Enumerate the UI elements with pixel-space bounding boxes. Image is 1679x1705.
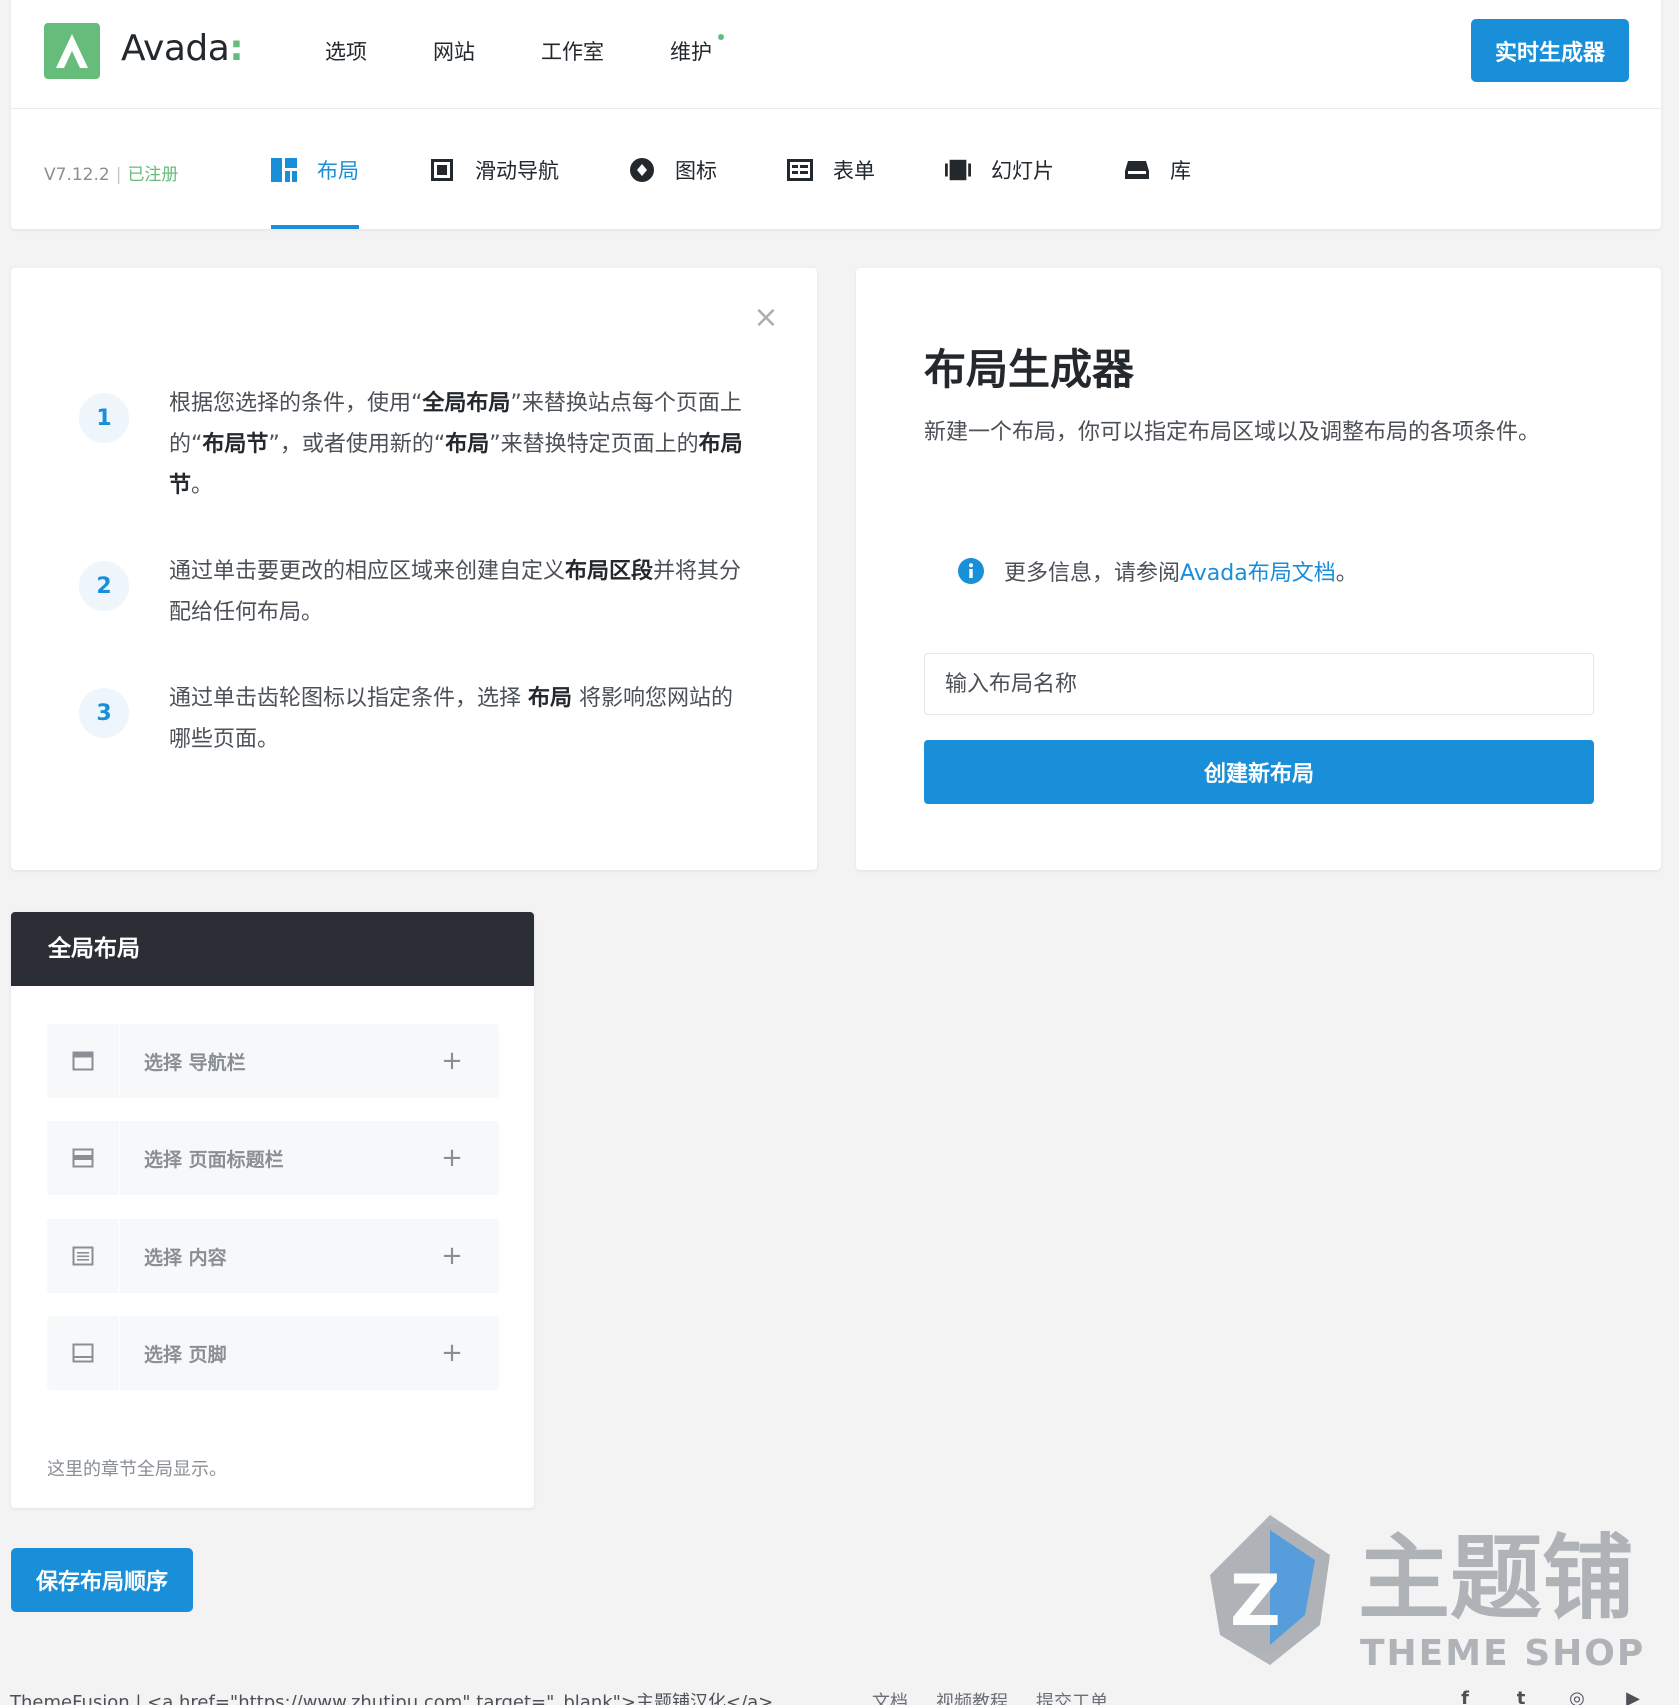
header-card: Avada: 选项 网站 工作室 维护 实时生成器 V7.12.2 | 已注册 布局 (11, 0, 1661, 229)
footer-link-ticket[interactable]: 提交工单 (1036, 1688, 1108, 1705)
plus-icon[interactable]: + (437, 1143, 467, 1173)
close-icon[interactable]: × (751, 303, 781, 333)
section-label: 选择 内容 (144, 1246, 227, 1269)
step-text: 通过单击要更改的相应区域来创建自定义布局区段并将其分配给任何布局。 (169, 559, 742, 625)
global-layout-note: 这里的章节全局显示。 (47, 1459, 227, 1480)
global-layout-title: 全局布局 (11, 912, 534, 986)
nav-studio[interactable]: 工作室 (541, 36, 604, 66)
select-content-row[interactable]: 选择 内容 + (47, 1219, 499, 1293)
version-number: V7.12.2 (44, 165, 110, 185)
section-tabs: 布局 滑动导航 图标 表单 幻灯片 库 (271, 110, 1261, 229)
sub-nav: V7.12.2 | 已注册 布局 滑动导航 图标 表单 幻灯片 库 (11, 110, 1661, 229)
icons-icon (629, 157, 655, 183)
select-page-title-bar-row[interactable]: 选择 页面标题栏 + (47, 1121, 499, 1195)
top-bar: Avada: 选项 网站 工作室 维护 实时生成器 (11, 0, 1661, 109)
tab-off-canvas-label: 滑动导航 (475, 158, 559, 183)
tab-forms-label: 表单 (833, 158, 875, 183)
nav-options[interactable]: 选项 (325, 36, 367, 66)
footer: ThemeFusion | <a href="https://www.zhuti… (0, 1684, 1679, 1705)
plus-icon[interactable]: + (437, 1338, 467, 1368)
step-number: 1 (79, 393, 129, 443)
layout-name-input[interactable] (924, 653, 1594, 715)
create-layout-button[interactable]: 创建新布局 (924, 740, 1594, 804)
tab-icons[interactable]: 图标 (629, 110, 717, 229)
forms-icon (787, 157, 813, 183)
builder-title: 布局生成器 (924, 345, 1135, 394)
select-footer-row[interactable]: 选择 页脚 + (47, 1316, 499, 1390)
version-info: V7.12.2 | 已注册 (44, 165, 179, 185)
plus-icon[interactable]: + (437, 1241, 467, 1271)
footer-credit: ThemeFusion | <a href="https://www.zhuti… (10, 1692, 774, 1705)
tab-forms[interactable]: 表单 (787, 110, 875, 229)
footer-link-docs[interactable]: 文档 (872, 1688, 908, 1705)
library-icon (1124, 157, 1150, 183)
nav-maintenance[interactable]: 维护 (670, 34, 724, 66)
global-layout-card: 全局布局 选择 导航栏 + 选择 页面标题栏 + 选择 内容 + 选择 页脚 +… (11, 912, 534, 1508)
brand-name: Avada: (121, 28, 244, 69)
step-text: 通过单击齿轮图标以指定条件，选择 布局 将影响您网站的哪些页面。 (169, 686, 734, 752)
layouts-docs-link[interactable]: Avada布局文档 (1180, 555, 1336, 587)
live-builder-button[interactable]: 实时生成器 (1471, 19, 1629, 82)
header-section-icon (47, 1024, 120, 1098)
info-step: 1 根据您选择的条件，使用“全局布局”来替换站点每个页面上的“布局节”，或者使用… (79, 383, 779, 506)
social-links: f t ◎ ▶ (1450, 1688, 1674, 1705)
builder-description: 新建一个布局，你可以指定布局区域以及调整布局的各项条件。 (924, 420, 1541, 445)
svg-text:Z: Z (1230, 1560, 1281, 1642)
page-title-bar-icon (47, 1121, 120, 1195)
watermark-cn: 主题铺 (1358, 1525, 1634, 1632)
layout-icon (271, 157, 297, 183)
off-canvas-icon (429, 157, 455, 183)
step-number: 3 (79, 688, 129, 738)
tab-layouts[interactable]: 布局 (271, 110, 359, 229)
section-label: 选择 页面标题栏 (144, 1148, 284, 1171)
watermark-logo: Z 主题铺 THEME SHOP (1200, 1505, 1660, 1680)
tab-layouts-label: 布局 (317, 158, 359, 183)
step-number: 2 (79, 561, 129, 611)
instagram-icon[interactable]: ◎ (1562, 1688, 1592, 1705)
footer-section-icon (47, 1316, 120, 1390)
select-header-row[interactable]: 选择 导航栏 + (47, 1024, 499, 1098)
avada-logo-icon[interactable] (44, 23, 100, 79)
nav-websites[interactable]: 网站 (433, 36, 475, 66)
step-text: 根据您选择的条件，使用“全局布局”来替换站点每个页面上的“布局节”，或者使用新的… (169, 391, 743, 498)
tab-library-label: 库 (1170, 158, 1191, 183)
facebook-icon[interactable]: f (1450, 1688, 1480, 1705)
watermark-en: THEME SHOP (1360, 1633, 1645, 1674)
info-icon (958, 558, 984, 584)
twitter-icon[interactable]: t (1506, 1688, 1536, 1705)
layout-builder-card: 布局生成器 新建一个布局，你可以指定布局区域以及调整布局的各项条件。 更多信息，… (856, 268, 1661, 870)
save-layout-order-button[interactable]: 保存布局顺序 (11, 1548, 193, 1612)
info-step: 2 通过单击要更改的相应区域来创建自定义布局区段并将其分配给任何布局。 (79, 551, 779, 633)
slider-icon (945, 157, 971, 183)
tab-off-canvas[interactable]: 滑动导航 (429, 110, 559, 229)
tab-sliders[interactable]: 幻灯片 (945, 110, 1054, 229)
tab-sliders-label: 幻灯片 (991, 158, 1054, 183)
youtube-icon[interactable]: ▶ (1618, 1688, 1648, 1705)
tab-library[interactable]: 库 (1124, 110, 1191, 229)
registered-badge: 已注册 (127, 165, 179, 185)
top-nav: 选项 网站 工作室 维护 (325, 34, 778, 66)
section-label: 选择 导航栏 (144, 1051, 246, 1074)
footer-links: 文档 视频教程 提交工单 (872, 1688, 1136, 1705)
footer-link-videos[interactable]: 视频教程 (936, 1688, 1008, 1705)
tab-icons-label: 图标 (675, 158, 717, 183)
info-step: 3 通过单击齿轮图标以指定条件，选择 布局 将影响您网站的哪些页面。 (79, 678, 779, 760)
section-label: 选择 页脚 (144, 1343, 227, 1366)
layouts-info-card: × 1 根据您选择的条件，使用“全局布局”来替换站点每个页面上的“布局节”，或者… (11, 268, 817, 870)
content-icon (47, 1219, 120, 1293)
plus-icon[interactable]: + (437, 1046, 467, 1076)
status-dot-icon (718, 34, 724, 40)
builder-docs-note: 更多信息，请参阅 Avada布局文档。 (958, 555, 1358, 587)
nav-maintenance-label: 维护 (670, 40, 712, 64)
